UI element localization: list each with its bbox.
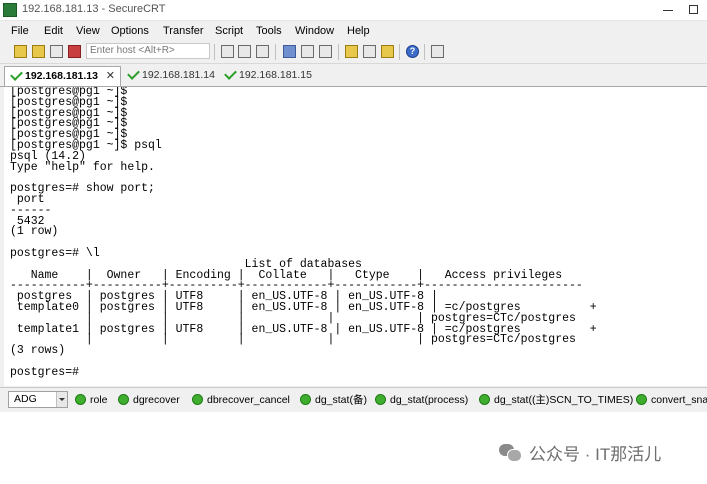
menu-file[interactable]: File — [11, 25, 29, 37]
keypad-icon[interactable] — [431, 45, 444, 58]
minimize-button[interactable] — [655, 0, 681, 20]
menu-script[interactable]: Script — [215, 25, 243, 37]
terminal-text: [postgres@pg1 ~]$ [postgres@pg1 ~]$ [pos… — [10, 87, 597, 379]
menu-tools[interactable]: Tools — [256, 25, 282, 37]
green-dot-icon — [192, 394, 203, 405]
menu-options[interactable]: Options — [111, 25, 149, 37]
global-options-icon[interactable] — [363, 45, 376, 58]
convert-sna-button[interactable]: convert_sna — [636, 392, 707, 408]
copy-icon[interactable] — [221, 45, 234, 58]
quick-connect-icon[interactable] — [32, 45, 45, 58]
menu-transfer[interactable]: Transfer — [163, 25, 204, 37]
log-session-icon[interactable] — [319, 45, 332, 58]
button-label: dgrecover — [133, 394, 180, 406]
role-button[interactable]: role — [75, 392, 108, 408]
toolbar-separator — [214, 44, 215, 60]
tab-label: 192.168.181.15 — [239, 69, 312, 81]
wechat-watermark: 公众号 · IT那活儿 — [499, 440, 661, 465]
watermark-text: 公众号 · IT那活儿 — [529, 445, 662, 464]
session-options-icon[interactable] — [345, 45, 358, 58]
connected-check-icon — [10, 68, 23, 81]
green-dot-icon — [375, 394, 386, 405]
enter-host-input[interactable]: Enter host <Alt+R> — [86, 43, 210, 59]
tab-label: 192.168.181.13 — [25, 70, 98, 82]
button-label: dg_stat((主)SCN_TO_TIMES) — [494, 394, 634, 406]
session-tab-bar: 192.168.181.13 ✕ 192.168.181.14 192.168.… — [0, 64, 707, 87]
tab-192-168-181-14[interactable]: 192.168.181.14 — [122, 66, 218, 86]
find-icon[interactable] — [256, 45, 269, 58]
green-dot-icon — [75, 394, 86, 405]
connected-check-icon — [127, 67, 140, 80]
disconnect-icon[interactable] — [68, 45, 81, 58]
window-title: 192.168.181.13 - SecureCRT — [22, 3, 166, 15]
menu-window[interactable]: Window — [295, 25, 334, 37]
button-label: dg_stat(process) — [390, 394, 469, 406]
button-label: dg_stat(备) — [315, 394, 367, 406]
connect-icon[interactable] — [14, 45, 27, 58]
toolbar-separator — [399, 44, 400, 60]
securecrt-app-icon — [3, 3, 17, 17]
close-tab-icon[interactable]: ✕ — [106, 67, 115, 85]
toolbar-separator — [338, 44, 339, 60]
wechat-icon — [499, 443, 522, 462]
dg-stat-scn-button[interactable]: dg_stat((主)SCN_TO_TIMES) — [479, 392, 633, 408]
paste-icon[interactable] — [238, 45, 251, 58]
menu-edit[interactable]: Edit — [44, 25, 63, 37]
help-icon[interactable]: ? — [406, 45, 419, 58]
print-icon[interactable] — [283, 45, 296, 58]
button-bar-select[interactable]: ADG — [8, 391, 68, 408]
menu-view[interactable]: View — [76, 25, 100, 37]
window-controls — [655, 0, 707, 20]
menu-bar: File Edit View Options Transfer Script T… — [0, 21, 707, 41]
toolbar-separator — [275, 44, 276, 60]
dbrecover-cancel-button[interactable]: dbrecover_cancel — [192, 392, 290, 408]
tab-192-168-181-15[interactable]: 192.168.181.15 — [219, 66, 315, 86]
tab-192-168-181-13[interactable]: 192.168.181.13 ✕ — [4, 66, 121, 86]
button-label: convert_sna — [651, 394, 707, 406]
menu-help[interactable]: Help — [347, 25, 370, 37]
title-bar: 192.168.181.13 - SecureCRT — [0, 0, 707, 21]
keymap-icon[interactable] — [381, 45, 394, 58]
button-label: role — [90, 394, 108, 406]
green-dot-icon — [118, 394, 129, 405]
maximize-button[interactable] — [681, 0, 707, 20]
green-dot-icon — [636, 394, 647, 405]
dgrecover-button[interactable]: dgrecover — [118, 392, 180, 408]
toolbar-separator — [424, 44, 425, 60]
terminal-output[interactable]: [postgres@pg1 ~]$ [postgres@pg1 ~]$ [pos… — [4, 87, 707, 386]
button-bar-select-value: ADG — [14, 393, 37, 405]
dg-stat-standby-button[interactable]: dg_stat(备) — [300, 392, 367, 408]
tab-label: 192.168.181.14 — [142, 69, 215, 81]
button-label: dbrecover_cancel — [207, 394, 290, 406]
connected-check-icon — [224, 67, 237, 80]
green-dot-icon — [479, 394, 490, 405]
button-bar: ADG role dgrecover dbrecover_cancel dg_s… — [0, 387, 707, 412]
dg-stat-process-button[interactable]: dg_stat(process) — [375, 392, 468, 408]
green-dot-icon — [300, 394, 311, 405]
connect-tab-icon[interactable] — [50, 45, 63, 58]
print-setup-icon[interactable] — [301, 45, 314, 58]
chevron-down-icon — [56, 392, 67, 407]
